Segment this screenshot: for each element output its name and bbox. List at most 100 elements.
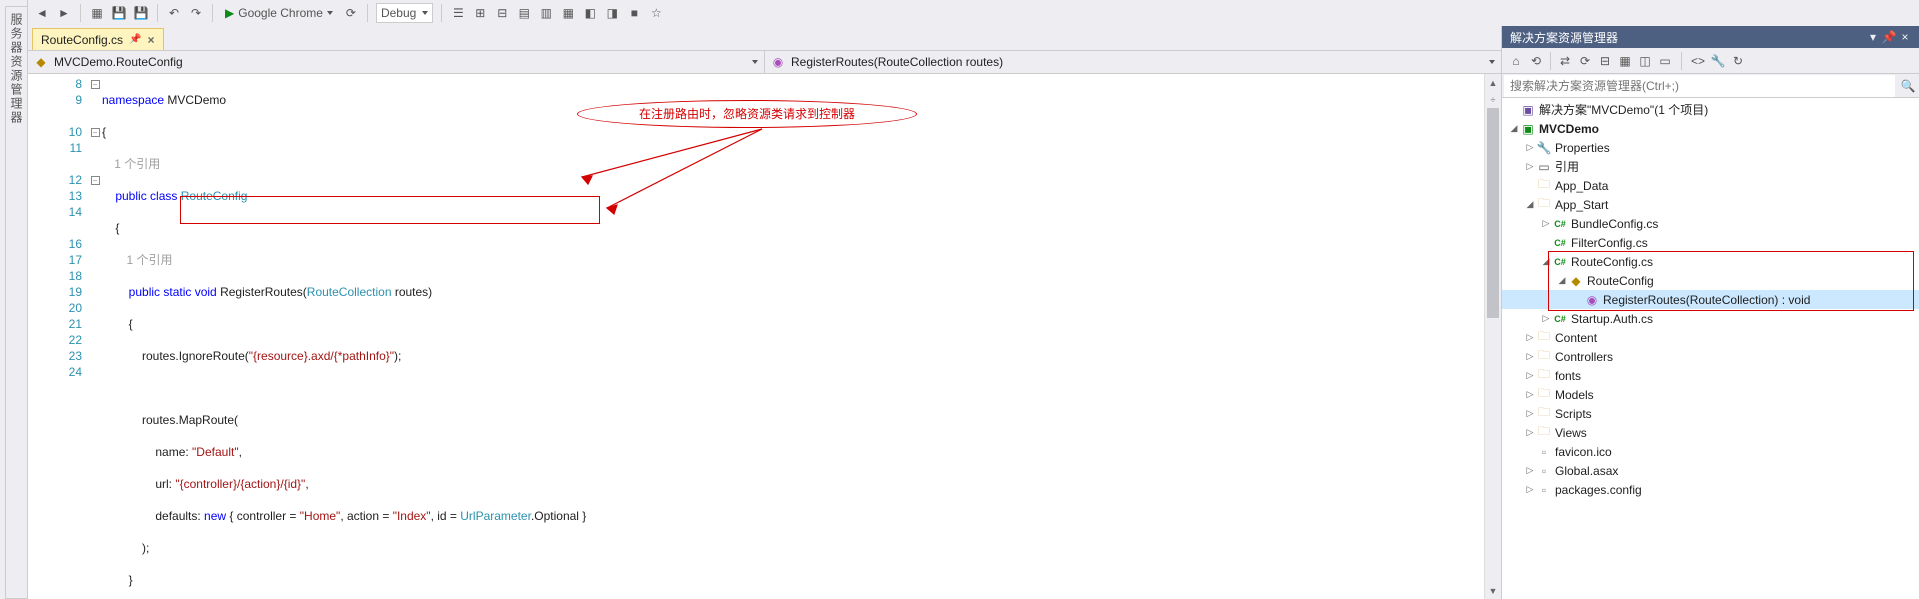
nav-back-icon[interactable]: ◄ <box>34 5 50 21</box>
tree-item[interactable]: ▷C#FilterConfig.cs <box>1502 233 1919 252</box>
toolbar-icon[interactable]: ■ <box>626 5 642 21</box>
search-icon[interactable]: 🔍 <box>1897 79 1919 93</box>
tree-item[interactable]: ▷◉RegisterRoutes(RouteCollection) : void <box>1502 290 1919 309</box>
tree-item[interactable]: ▷▫packages.config <box>1502 480 1919 499</box>
tree-item[interactable]: ▷C#Startup.Auth.cs <box>1502 309 1919 328</box>
properties-icon[interactable]: ◫ <box>1637 53 1653 69</box>
chevron-right-icon[interactable]: ▷ <box>1524 142 1536 153</box>
show-all-icon[interactable]: ▦ <box>1617 53 1633 69</box>
redo-icon[interactable]: ↷ <box>188 5 204 21</box>
chevron-right-icon[interactable]: ▷ <box>1524 484 1536 495</box>
save-all-icon[interactable]: 💾 <box>133 5 149 21</box>
editor-scrollbar[interactable]: ▲ ÷ ▼ <box>1484 74 1501 599</box>
panel-menu-icon[interactable]: ▾ <box>1865 30 1881 44</box>
tree-item[interactable]: ▷▫favicon.ico <box>1502 442 1919 461</box>
tree-item-label: packages.config <box>1555 483 1642 497</box>
pin-icon[interactable]: 📌 <box>1881 30 1897 44</box>
tree-item[interactable]: ▷▭引用 <box>1502 157 1919 176</box>
tree-item[interactable]: ▷🗀fonts <box>1502 366 1919 385</box>
toolbar-icon[interactable]: ⊟ <box>494 5 510 21</box>
undo-icon[interactable]: ↶ <box>166 5 182 21</box>
preview-icon[interactable]: ▭ <box>1657 53 1673 69</box>
tree-item[interactable]: ▷🗀Views <box>1502 423 1919 442</box>
tree-item[interactable]: ▷🗀Controllers <box>1502 347 1919 366</box>
document-tab-routeconfig[interactable]: RouteConfig.cs 📌 × <box>32 28 164 50</box>
file-icon: ▫ <box>1536 463 1552 479</box>
class-icon: ◆ <box>1568 273 1584 289</box>
search-input[interactable] <box>1504 75 1895 97</box>
code-nav-bar: ◆ MVCDemo.RouteConfig ◉ RegisterRoutes(R… <box>28 50 1501 74</box>
chevron-right-icon[interactable]: ▷ <box>1524 427 1536 438</box>
new-project-icon[interactable]: ▦ <box>89 5 105 21</box>
refs-icon: ▭ <box>1536 159 1552 175</box>
chevron-right-icon[interactable]: ▷ <box>1540 218 1552 229</box>
collapse-icon[interactable]: ⊟ <box>1597 53 1613 69</box>
tree-item[interactable]: ▷C#BundleConfig.cs <box>1502 214 1919 233</box>
toolbar-icon[interactable]: ▥ <box>538 5 554 21</box>
code-icon[interactable]: <> <box>1690 53 1706 69</box>
tree-item-label: favicon.ico <box>1555 445 1612 459</box>
sync-icon[interactable]: ⇄ <box>1557 53 1573 69</box>
code-editor[interactable]: 891011121314161718192021222324 − − − nam… <box>28 74 1501 599</box>
chevron-right-icon[interactable]: ▷ <box>1524 351 1536 362</box>
chevron-right-icon[interactable]: ▷ <box>1524 161 1536 172</box>
member-nav-dropdown[interactable]: ◉ RegisterRoutes(RouteCollection routes) <box>765 51 1501 73</box>
split-icon[interactable]: ÷ <box>1485 91 1501 108</box>
pin-icon[interactable]: 📌 <box>129 34 141 45</box>
solution-tree[interactable]: ▷▣解决方案"MVCDemo"(1 个项目)◢▣MVCDemo▷🔧Propert… <box>1502 98 1919 599</box>
close-icon[interactable]: × <box>1897 30 1913 44</box>
toolbar-icon[interactable]: ◨ <box>604 5 620 21</box>
chevron-down-icon[interactable]: ◢ <box>1524 199 1536 210</box>
toolbar-icon[interactable]: ⊞ <box>472 5 488 21</box>
toolbar-icon[interactable]: ▤ <box>516 5 532 21</box>
tree-item[interactable]: ◢C#RouteConfig.cs <box>1502 252 1919 271</box>
browser-refresh-icon[interactable]: ⟳ <box>343 5 359 21</box>
chevron-right-icon[interactable]: ▷ <box>1524 408 1536 419</box>
toolbar-icon[interactable]: ◧ <box>582 5 598 21</box>
main-toolbar: ◄ ► ▦ 💾 💾 ↶ ↷ ▶ Google Chrome ⟳ Debug ☰ … <box>28 0 1919 26</box>
tree-item-label: RegisterRoutes(RouteCollection) : void <box>1603 293 1810 307</box>
chevron-right-icon[interactable]: ▷ <box>1524 370 1536 381</box>
server-explorer-tab[interactable]: 服务器资源管理器 <box>5 6 27 599</box>
chevron-down-icon[interactable]: ◢ <box>1508 123 1520 134</box>
left-tool-rail: 服务器资源管理器 <box>0 0 28 599</box>
chevron-down-icon[interactable]: ◢ <box>1540 256 1552 267</box>
refresh-icon[interactable]: ⟳ <box>1577 53 1593 69</box>
tree-item-label: RouteConfig.cs <box>1571 255 1653 269</box>
wrench-icon[interactable]: 🔧 <box>1710 53 1726 69</box>
tree-item[interactable]: ▷▫Global.asax <box>1502 461 1919 480</box>
chevron-right-icon[interactable]: ▷ <box>1524 465 1536 476</box>
cs-icon: C# <box>1552 235 1568 251</box>
fold-column[interactable]: − − − <box>88 74 102 599</box>
scroll-up-icon[interactable]: ▲ <box>1485 74 1501 91</box>
save-icon[interactable]: 💾 <box>111 5 127 21</box>
tree-item[interactable]: ▷🗀App_Data <box>1502 176 1919 195</box>
refresh2-icon[interactable]: ↻ <box>1730 53 1746 69</box>
toolbar-icon[interactable]: ☰ <box>450 5 466 21</box>
tree-item[interactable]: ▷▣解决方案"MVCDemo"(1 个项目) <box>1502 100 1919 119</box>
back-icon[interactable]: ⟲ <box>1528 53 1544 69</box>
tree-item[interactable]: ◢🗀App_Start <box>1502 195 1919 214</box>
chevron-right-icon[interactable]: ▷ <box>1524 332 1536 343</box>
panel-titlebar[interactable]: 解决方案资源管理器 ▾ 📌 × <box>1502 26 1919 48</box>
chevron-right-icon[interactable]: ▷ <box>1540 313 1552 324</box>
tree-item[interactable]: ▷🗀Scripts <box>1502 404 1919 423</box>
tree-item[interactable]: ▷🔧Properties <box>1502 138 1919 157</box>
tree-item[interactable]: ◢◆RouteConfig <box>1502 271 1919 290</box>
type-nav-dropdown[interactable]: ◆ MVCDemo.RouteConfig <box>28 51 765 73</box>
folder-icon: 🗀 <box>1536 178 1552 194</box>
scroll-down-icon[interactable]: ▼ <box>1485 582 1501 599</box>
close-icon[interactable]: × <box>148 33 155 47</box>
tree-item[interactable]: ▷🗀Models <box>1502 385 1919 404</box>
toolbar-icon[interactable]: ☆ <box>648 5 664 21</box>
config-select[interactable]: Debug <box>376 3 433 23</box>
chevron-down-icon[interactable]: ◢ <box>1556 275 1568 286</box>
tree-item[interactable]: ◢▣MVCDemo <box>1502 119 1919 138</box>
start-debug-button[interactable]: ▶ Google Chrome <box>221 2 337 24</box>
toolbar-icon[interactable]: ▦ <box>560 5 576 21</box>
home-icon[interactable]: ⌂ <box>1508 53 1524 69</box>
chevron-right-icon[interactable]: ▷ <box>1524 389 1536 400</box>
nav-fwd-icon[interactable]: ► <box>56 5 72 21</box>
tree-item[interactable]: ▷🗀Content <box>1502 328 1919 347</box>
code-content[interactable]: namespace MVCDemo { 1 个引用 public class R… <box>102 74 1501 599</box>
